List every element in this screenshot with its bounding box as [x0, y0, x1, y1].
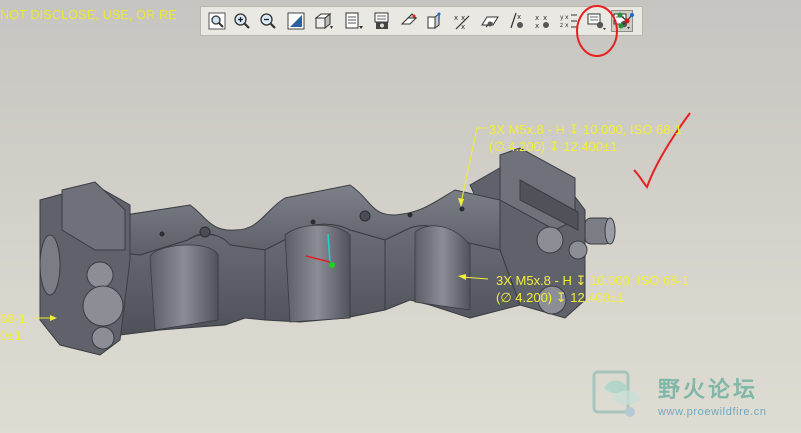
- hole-note-line1: 3X M5x.8 - H ↧ 10.000, ISO 68-1: [496, 273, 689, 288]
- forum-url: www.proewildfire.cn: [658, 406, 767, 418]
- hole-note-left[interactable]: 68-1 0±1: [0, 310, 26, 344]
- hole-note-right[interactable]: 3X M5x.8 - H ↧ 10.000, ISO 68-1 (∅ 4.200…: [496, 272, 689, 306]
- hole-note-line1: 3X M5x.8 - H ↧ 10.000, ISO 68-1: [489, 122, 682, 137]
- forum-title: 野火论坛: [658, 378, 759, 403]
- hole-note-line2: 0±1: [0, 328, 22, 343]
- forum-watermark: 野火论坛 www.proewildfire.cn: [592, 364, 797, 424]
- part-body[interactable]: [39, 147, 616, 356]
- hole-note-line1: 68-1: [0, 311, 27, 326]
- hole-note-line2: (∅ 4.200) ↧ 12.400±1: [496, 290, 625, 305]
- hole-note-upper[interactable]: 3X M5x.8 - H ↧ 10.000, ISO 68-1 (∅ 4.200…: [489, 121, 682, 155]
- red-markup: [576, 5, 691, 189]
- hole-note-line2: (∅ 4.200) ↧ 12.400±1: [489, 139, 618, 154]
- forum-logo-icon: [592, 370, 642, 417]
